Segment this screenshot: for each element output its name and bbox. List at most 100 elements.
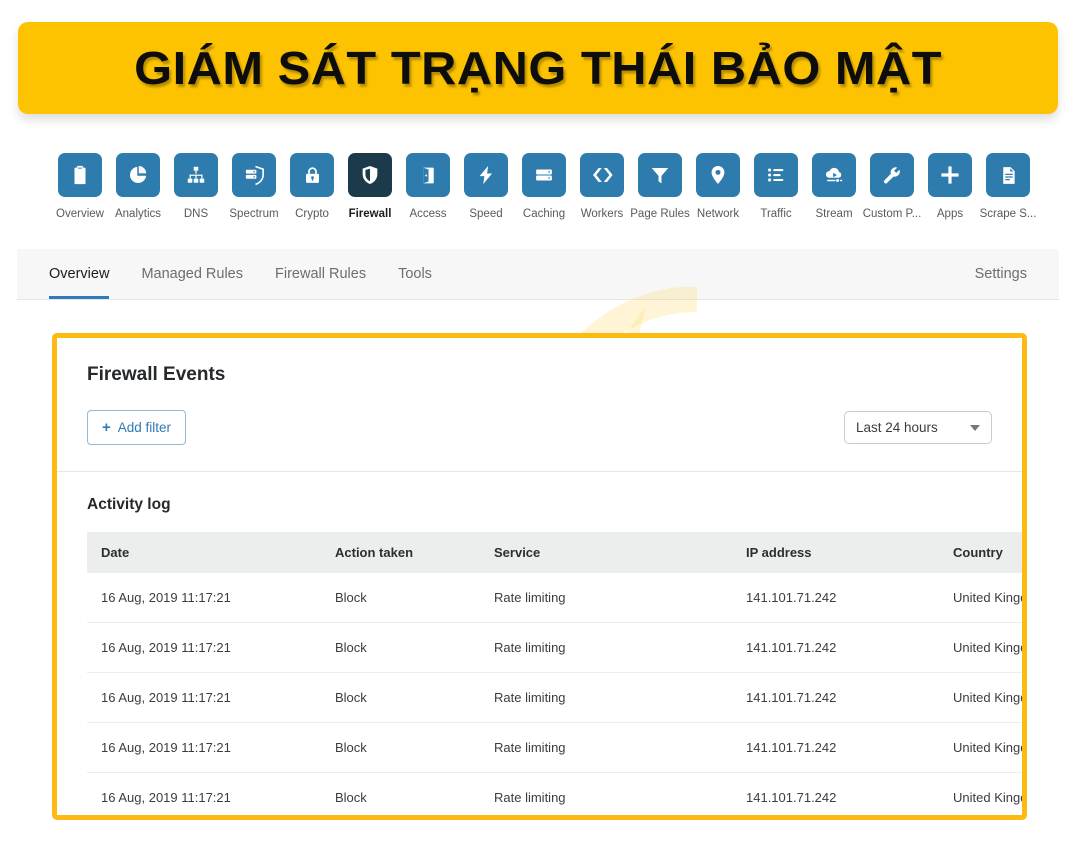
nav-label: Page Rules [630, 208, 690, 220]
nav-item-speed[interactable]: Speed [458, 132, 514, 221]
nav-item-apps[interactable]: Apps [922, 132, 978, 221]
table-cell-service: Rate limiting [480, 672, 732, 723]
table-cell-action: Block [321, 672, 480, 723]
table-cell-action: Block [321, 573, 480, 623]
nav-item-overview[interactable]: Overview [52, 132, 108, 221]
nav-label: Analytics [114, 208, 162, 220]
nav-label: Caching [522, 208, 566, 220]
list-icon [754, 153, 798, 197]
nav-label: Spectrum [229, 208, 279, 220]
table-row[interactable]: 16 Aug, 2019 11:17:21 Block Rate limiting 1… [87, 622, 1022, 673]
pie-chart-icon [116, 153, 160, 197]
table-row[interactable]: 16 Aug, 2019 11:17:21 Block Rate limiting 1… [87, 672, 1022, 723]
tab-firewall-rules[interactable]: Firewall Rules [275, 249, 366, 299]
clipboard-icon [58, 153, 102, 197]
nav-item-crypto[interactable]: Crypto [284, 132, 340, 221]
plus-icon: + [102, 419, 111, 436]
chevrons-icon [580, 153, 624, 197]
page-title: Firewall Events [87, 364, 226, 385]
column-header-service[interactable]: Service [480, 532, 732, 573]
tab-tools[interactable]: Tools [398, 249, 432, 299]
table-cell-date: 16 Aug, 2019 11:17:21 [87, 573, 321, 623]
table-cell-ip: 141.101.71.242 [732, 672, 939, 723]
table-cell-ip: 141.101.71.242 [732, 622, 939, 673]
plus-icon [928, 153, 972, 197]
table-cell-service: Rate limiting [480, 573, 732, 623]
nav-item-spectrum[interactable]: Spectrum [226, 132, 282, 221]
table-cell-service: Rate limiting [480, 772, 732, 815]
add-filter-label: Add filter [117, 420, 172, 435]
table-cell-date: 16 Aug, 2019 11:17:21 [87, 622, 321, 673]
nav-item-scrape-shield[interactable]: Scrape S... [980, 132, 1036, 221]
tab-managed-rules[interactable]: Managed Rules [141, 249, 243, 299]
bolt-icon [464, 153, 508, 197]
nav-item-dns[interactable]: DNS [168, 132, 224, 221]
map-pin-icon [696, 153, 740, 197]
nav-label: Workers [580, 208, 624, 220]
time-range-select[interactable]: Last 24 hours [844, 411, 992, 444]
nav-item-firewall[interactable]: Firewall [335, 132, 405, 226]
banner-title: GIÁM SÁT TRẠNG THÁI BẢO MẬT [134, 42, 942, 94]
nav-item-workers[interactable]: Workers [574, 132, 630, 221]
time-range-value: Last 24 hours [856, 420, 938, 435]
table-cell-service: Rate limiting [480, 622, 732, 673]
table-row[interactable]: 16 Aug, 2019 11:17:21 Block Rate limiting 1… [87, 722, 1022, 773]
nav-label: Network [696, 208, 740, 220]
door-icon [406, 153, 450, 197]
table-cell-country: United Kingdom [939, 622, 1022, 673]
tab-bar: Overview Managed Rules Firewall Rules To… [17, 249, 1059, 300]
shield-server-icon [232, 153, 276, 197]
nav-label: Crypto [295, 208, 329, 220]
nav-label: Traffic [760, 208, 792, 220]
nav-item-page-rules[interactable]: Page Rules [630, 132, 690, 221]
table-cell-ip: 141.101.71.242 [732, 573, 939, 623]
add-filter-button[interactable]: + Add filter [87, 410, 187, 445]
tab-settings[interactable]: Settings [975, 249, 1027, 299]
sitemap-icon [174, 153, 218, 197]
column-header-date[interactable]: Date [87, 532, 321, 573]
table-cell-country: United Kingdom [939, 772, 1022, 815]
column-header-ip-address[interactable]: IP address [732, 532, 939, 573]
table-header-row: Date Action taken Service IP address Cou… [87, 532, 1022, 573]
tab-overview[interactable]: Overview [49, 249, 110, 299]
table-cell-action: Block [321, 622, 480, 673]
table-cell-country: United Kingdom [939, 573, 1022, 623]
shield-icon [348, 153, 392, 197]
table-body: 16 Aug, 2019 11:17:21 Block Rate limiting 1… [87, 573, 1022, 815]
nav-item-stream[interactable]: Stream [806, 132, 862, 221]
table-cell-service: Rate limiting [480, 722, 732, 773]
column-header-country[interactable]: Country [939, 532, 1022, 573]
server-icon [522, 153, 566, 197]
nav-item-caching[interactable]: Caching [516, 132, 572, 221]
lock-icon [290, 153, 334, 197]
table-cell-country: United Kingdom [939, 672, 1022, 723]
nav-item-traffic[interactable]: Traffic [748, 132, 804, 221]
activity-log-table: Date Action taken Service IP address Cou… [87, 532, 1022, 815]
filter-row: + Add filter Last 24 hours [87, 410, 992, 471]
nav-item-access[interactable]: Access [400, 132, 456, 221]
nav-label: Overview [56, 208, 104, 220]
cloud-play-icon [812, 153, 856, 197]
nav-label: Speed [469, 208, 503, 220]
nav-label: DNS [183, 208, 209, 220]
column-header-action-taken[interactable]: Action taken [321, 532, 480, 573]
icon-navigation: Overview Analytics DNS Spectrum Crypto F… [17, 132, 1059, 249]
nav-item-network[interactable]: Network [690, 132, 746, 221]
table-row[interactable]: 16 Aug, 2019 11:17:21 Block Rate limiting 1… [87, 772, 1022, 815]
table-cell-date: 16 Aug, 2019 11:17:21 [87, 672, 321, 723]
nav-label: Custom P... [862, 208, 922, 220]
table-cell-ip: 141.101.71.242 [732, 722, 939, 773]
nav-item-analytics[interactable]: Analytics [110, 132, 166, 221]
table-cell-country: United Kingdom [939, 722, 1022, 773]
wrench-icon [870, 153, 914, 197]
card-header: Firewall Events + Add filter Last 24 hou… [57, 338, 1022, 471]
nav-label: Stream [815, 208, 853, 220]
nav-label: Access [409, 208, 447, 220]
nav-label: Apps [936, 208, 964, 220]
table-cell-action: Block [321, 772, 480, 815]
nav-item-custom-pages[interactable]: Custom P... [862, 132, 922, 221]
table-row[interactable]: 16 Aug, 2019 11:17:21 Block Rate limiting 1… [87, 573, 1022, 623]
table-header: Date Action taken Service IP address Cou… [87, 532, 1022, 573]
table-cell-action: Block [321, 722, 480, 773]
chevron-down-icon [970, 424, 980, 431]
